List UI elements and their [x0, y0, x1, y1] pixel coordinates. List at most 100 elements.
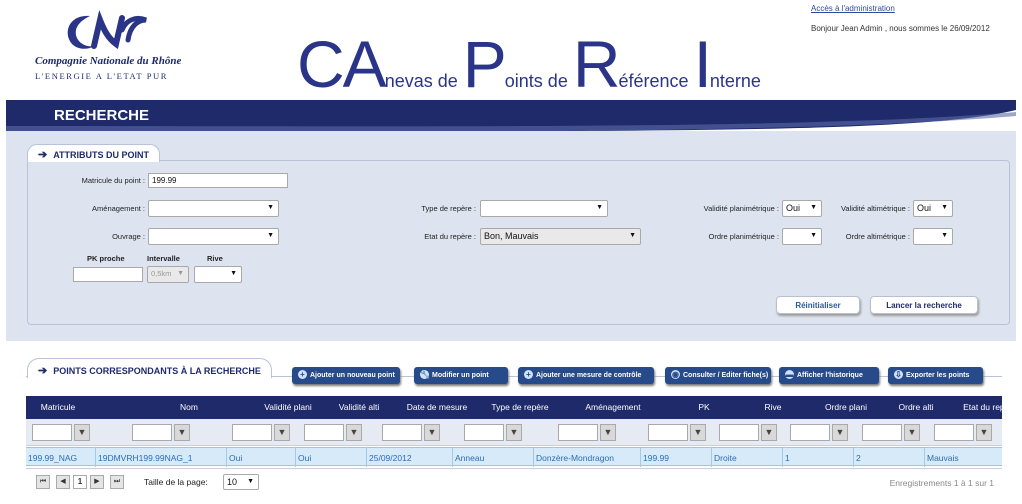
pk-input[interactable]: [73, 267, 143, 282]
ordre-alti-label: Ordre altimétrique :: [845, 232, 910, 241]
filter-icon[interactable]: ▼: [600, 424, 616, 441]
chevron-down-icon: ▼: [230, 270, 237, 277]
chevron-down-icon: ▼: [941, 232, 948, 239]
rive-label: Rive: [207, 254, 223, 263]
cell-divider: [640, 448, 641, 467]
wrench-icon: 🔧: [420, 370, 430, 379]
table-cell: 19DMVRH199.99NAG_1: [98, 453, 193, 463]
filter-icon[interactable]: ▼: [832, 424, 848, 441]
filter-icon[interactable]: ▼: [761, 424, 777, 441]
column-header[interactable]: Type de repère: [480, 402, 560, 412]
table-cell: 1: [785, 453, 790, 463]
type-repere-select[interactable]: ▼: [480, 200, 608, 217]
filter-icon[interactable]: ▼: [506, 424, 522, 441]
intervalle-select[interactable]: 0,5km ▼: [147, 266, 189, 283]
cnr-logo-icon: [67, 10, 147, 50]
filter-input[interactable]: [862, 424, 902, 441]
filter-input[interactable]: [132, 424, 172, 441]
filter-input[interactable]: [382, 424, 422, 441]
type-repere-label: Type de repère :: [421, 204, 476, 213]
action-button-label: Modifier un point: [432, 372, 489, 379]
filter-input[interactable]: [934, 424, 974, 441]
filter-icon[interactable]: ▼: [690, 424, 706, 441]
next-page-button[interactable]: ▶: [90, 475, 104, 489]
action-button-exporter-les-points[interactable]: ⇩ Exporter les points: [888, 367, 983, 384]
amenagement-select[interactable]: ▼: [148, 200, 279, 217]
column-header[interactable]: Validité plani: [248, 402, 328, 412]
filter-icon[interactable]: ▼: [904, 424, 920, 441]
org-name: Compagnie Nationale du Rhône: [35, 55, 182, 67]
cell-divider: [366, 448, 367, 467]
column-header[interactable]: Date de mesure: [397, 402, 477, 412]
prev-page-button[interactable]: ◀: [56, 475, 70, 489]
val-plani-value: Oui: [786, 203, 801, 213]
results-tab: ➔ POINTS CORRESPONDANTS À LA RECHERCHE: [27, 358, 272, 378]
page-size-label: Taille de la page:: [144, 477, 208, 487]
last-page-button[interactable]: ⏭: [110, 475, 124, 489]
filter-icon[interactable]: ▼: [74, 424, 90, 441]
attributes-title: ATTRIBUTS DU POINT: [53, 150, 150, 160]
page-size-value: 10: [227, 477, 238, 487]
column-header[interactable]: Matricule: [18, 402, 98, 412]
intervalle-label: Intervalle: [147, 254, 180, 263]
action-button-afficher-l-historique[interactable]: ▬ Afficher l'historique: [779, 367, 879, 384]
chevron-down-icon: ▼: [596, 204, 603, 211]
matricule-input[interactable]: 199.99: [148, 173, 288, 188]
ordre-alti-select[interactable]: ▼: [913, 228, 953, 245]
table-cell: Oui: [229, 453, 243, 463]
column-header[interactable]: Ordre alti: [876, 402, 956, 412]
column-header[interactable]: Ordre plani: [806, 402, 886, 412]
filter-input[interactable]: [558, 424, 598, 441]
filter-icon[interactable]: ▼: [976, 424, 992, 441]
action-button-modifier-un-point[interactable]: 🔧 Modifier un point: [414, 367, 508, 384]
filter-input[interactable]: [304, 424, 344, 441]
table-row[interactable]: 199.99_NAG 19DMVRH199.99NAG_1 Oui Oui 25/09/…: [26, 447, 1002, 467]
column-header[interactable]: Nom: [149, 402, 229, 412]
action-button-ajouter-une-mesure-de-contr-le[interactable]: + Ajouter une mesure de contrôle: [518, 367, 654, 384]
filter-icon[interactable]: ▼: [174, 424, 190, 441]
val-alti-select[interactable]: Oui ▼: [913, 200, 953, 217]
action-button-consulter-editer-fiche-s-[interactable]: ◉ Consulter / Editer fiche(s): [665, 367, 771, 384]
org-tagline: L'ENERGIE A L'ETAT PUR: [35, 71, 169, 81]
ordre-plani-select[interactable]: ▼: [782, 228, 822, 245]
admin-link[interactable]: Accès à l'administration: [811, 4, 895, 13]
filter-input[interactable]: [790, 424, 830, 441]
column-header[interactable]: Aménagement: [573, 402, 653, 412]
column-header[interactable]: Rive: [733, 402, 813, 412]
val-plani-select[interactable]: Oui ▼: [782, 200, 822, 217]
arrow-right-icon: ➔: [38, 365, 48, 377]
action-button-ajouter-un-nouveau-point[interactable]: + Ajouter un nouveau point: [292, 367, 400, 384]
column-header[interactable]: Validité alti: [319, 402, 399, 412]
column-header[interactable]: Etat du repère: [950, 402, 1022, 412]
current-page[interactable]: 1: [73, 475, 87, 489]
cell-divider: [295, 448, 296, 467]
etat-repere-label: Etat du repère :: [424, 232, 476, 241]
chevron-down-icon: ▼: [247, 478, 254, 485]
cell-divider: [95, 448, 96, 467]
first-page-button[interactable]: ⏮: [36, 475, 50, 489]
plus-icon: +: [524, 370, 533, 379]
filter-icon[interactable]: ▼: [346, 424, 362, 441]
search-button[interactable]: Lancer la recherche: [870, 296, 978, 314]
chevron-down-icon: ▼: [267, 204, 274, 211]
filter-input[interactable]: [719, 424, 759, 441]
chevron-down-icon: ▼: [810, 204, 817, 211]
rive-select[interactable]: ▼: [194, 266, 242, 283]
filter-input[interactable]: [32, 424, 72, 441]
app-title-part: I: [693, 27, 712, 101]
ouvrage-select[interactable]: ▼: [148, 228, 279, 245]
action-button-label: Ajouter une mesure de contrôle: [536, 372, 642, 379]
action-button-label: Afficher l'historique: [797, 372, 863, 379]
app-title-part: nevas de: [384, 71, 463, 91]
filter-icon[interactable]: ▼: [274, 424, 290, 441]
app-title-part: P: [462, 27, 507, 101]
results-title: POINTS CORRESPONDANTS À LA RECHERCHE: [53, 366, 261, 376]
filter-input[interactable]: [464, 424, 504, 441]
column-header[interactable]: PK: [664, 402, 744, 412]
etat-repere-select[interactable]: Bon, Mauvais ▼: [480, 228, 641, 245]
page-size-select[interactable]: 10 ▼: [223, 474, 259, 490]
reset-button[interactable]: Réinitialiser: [776, 296, 860, 314]
filter-icon[interactable]: ▼: [424, 424, 440, 441]
filter-input[interactable]: [232, 424, 272, 441]
filter-input[interactable]: [648, 424, 688, 441]
